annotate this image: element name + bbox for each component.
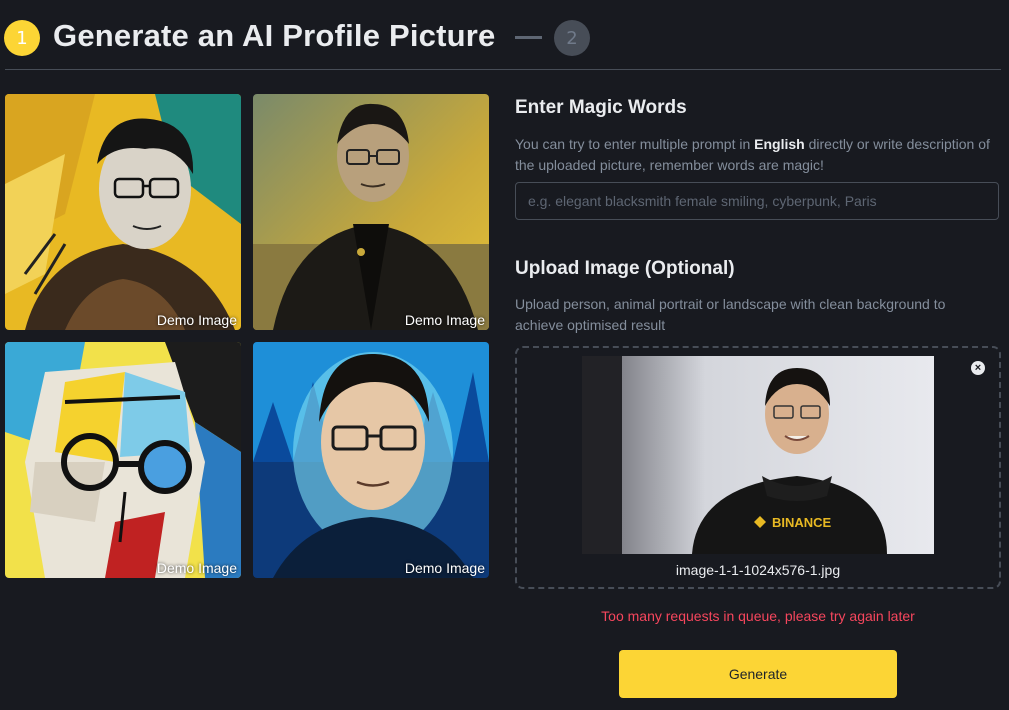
error-message: Too many requests in queue, please try a… (601, 608, 915, 624)
demo-image-1-art (5, 94, 241, 330)
help-text-prefix: You can try to enter multiple prompt in (515, 136, 755, 152)
uploaded-image-art: BINANCE (582, 356, 934, 554)
help-text-english: English (754, 136, 805, 152)
step-1-indicator: 1 (4, 20, 40, 56)
demo-image-label: Demo Image (404, 560, 485, 576)
demo-image-3-art (5, 342, 241, 578)
demo-image-2[interactable]: Demo Image (253, 94, 489, 330)
demo-image-3[interactable]: Demo Image (5, 342, 241, 578)
demo-image-4-art (253, 342, 489, 578)
remove-image-icon[interactable]: × (971, 361, 985, 375)
uploaded-image-preview: BINANCE (582, 356, 934, 554)
demo-image-1[interactable]: Demo Image (5, 94, 241, 330)
header-divider (5, 69, 1001, 70)
header: 1 Generate an AI Profile Picture 2 (0, 0, 1009, 70)
demo-image-label: Demo Image (156, 312, 237, 328)
upload-help: Upload person, animal portrait or landsc… (515, 296, 946, 333)
demo-image-label: Demo Image (404, 312, 485, 328)
upload-title: Upload Image (Optional) (515, 258, 735, 279)
magic-words-help: You can try to enter multiple prompt in … (515, 134, 1005, 176)
magic-words-title: Enter Magic Words (515, 97, 687, 118)
demo-image-4[interactable]: Demo Image (253, 342, 489, 578)
page-title: Generate an AI Profile Picture (53, 18, 496, 53)
uploaded-filename: image-1-1-1024x576-1.jpg (675, 562, 841, 578)
demo-image-2-art (253, 94, 489, 330)
prompt-input[interactable] (515, 182, 999, 220)
generate-button[interactable]: Generate (619, 650, 897, 698)
step-2-indicator: 2 (554, 20, 590, 56)
step-connector (515, 36, 542, 39)
preview-brand-text: BINANCE (772, 515, 832, 530)
demo-image-label: Demo Image (156, 560, 237, 576)
